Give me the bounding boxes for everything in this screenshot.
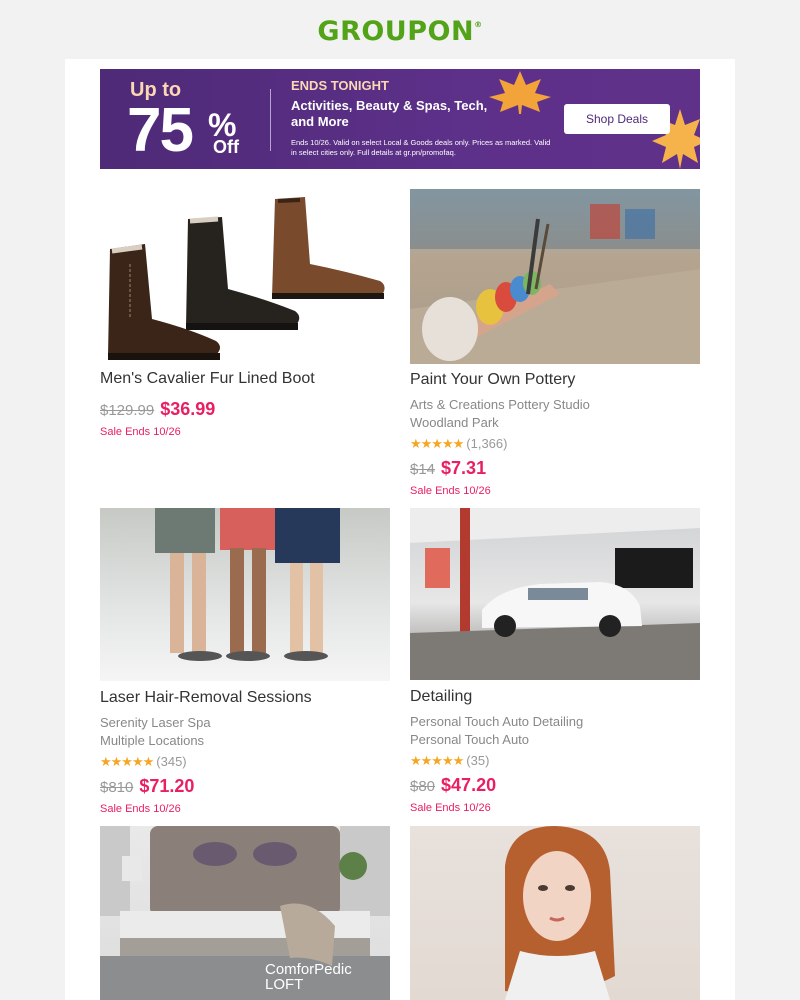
merchant-location: Personal Touch Auto <box>410 732 530 747</box>
laser-image <box>155 508 340 661</box>
banner-fine-print: Ends 10/26. Valid on select Local & Good… <box>291 138 551 157</box>
sale-ends: Sale Ends 10/26 <box>100 803 181 815</box>
sale-ends: Sale Ends 10/26 <box>100 426 181 438</box>
original-price: $14 <box>410 461 436 478</box>
star-rating: ★★★★★ (35) <box>410 753 489 769</box>
deal-card-detailing[interactable]: Detailing Personal Touch Auto Detailing … <box>410 508 700 818</box>
deal-price: $14 $7.31 <box>410 458 486 479</box>
sale-ends: Sale Ends 10/26 <box>410 485 491 497</box>
review-count: (35) <box>466 753 490 768</box>
original-price: $129.99 <box>100 402 155 419</box>
banner-percent: 75 <box>127 96 194 165</box>
banner-categories: Activities, Beauty & Spas, Tech, and Mor… <box>291 98 488 129</box>
deal-card-laser[interactable]: Laser Hair-Removal Sessions Serenity Las… <box>100 508 390 818</box>
logo-text: GROUPON <box>317 16 475 47</box>
review-count: (1,366) <box>466 436 508 451</box>
deal-title[interactable]: Laser Hair-Removal Sessions <box>100 689 312 707</box>
banner-ends-tonight: ENDS TONIGHT <box>291 78 389 93</box>
deal-card-mattress[interactable]: ComforPedic LOFT <box>100 826 390 1000</box>
deal-image[interactable] <box>410 826 700 1000</box>
detailing-image <box>410 508 700 680</box>
boot-back <box>272 197 385 299</box>
stars-icon: ★★★★★ <box>100 754 154 769</box>
banner-off: Off <box>213 137 239 157</box>
logo-registered-mark: ® <box>474 20 483 29</box>
deal-card-beauty[interactable] <box>410 826 700 1000</box>
star-rating: ★★★★★ (1,366) <box>410 436 507 452</box>
deal-card-boots[interactable]: Men's Cavalier Fur Lined Boot $129.99 $36… <box>100 189 390 449</box>
deal-image[interactable] <box>100 508 390 681</box>
merchant-name: Personal Touch Auto Detailing <box>410 714 584 729</box>
merchant-location: Multiple Locations <box>100 733 205 748</box>
deal-card-pottery[interactable]: Paint Your Own Pottery Arts & Creations … <box>410 189 700 499</box>
merchant-name: Arts & Creations Pottery Studio <box>410 397 590 412</box>
promo-banner[interactable]: Up to 75 % Off ENDS TONIGHT Activities, … <box>100 69 700 169</box>
email-body: Up to 75 % Off ENDS TONIGHT Activities, … <box>65 59 735 1000</box>
boots-image <box>108 197 385 360</box>
deal-price: $80 $47.20 <box>410 775 496 796</box>
brand-logo: ComforPedic LOFT <box>265 961 352 993</box>
stars-icon: ★★★★★ <box>410 753 464 768</box>
deal-title[interactable]: Paint Your Own Pottery <box>410 371 575 389</box>
deal-title[interactable]: Detailing <box>410 688 472 706</box>
header: GROUPON® <box>0 0 800 60</box>
deal-image[interactable] <box>410 189 700 364</box>
pottery-image <box>410 189 700 364</box>
star-rating: ★★★★★ (345) <box>100 754 187 770</box>
deal-title[interactable]: Men's Cavalier Fur Lined Boot <box>100 370 315 388</box>
sale-price: $7.31 <box>441 458 487 478</box>
groupon-logo[interactable]: GROUPON® <box>0 16 800 47</box>
merchant-location: Woodland Park <box>410 415 499 430</box>
maple-leaf-icon <box>489 71 551 114</box>
sale-price: $36.99 <box>160 399 216 419</box>
deal-price: $129.99 $36.99 <box>100 399 215 420</box>
deal-image[interactable]: ComforPedic LOFT <box>100 826 390 1000</box>
original-price: $80 <box>410 778 436 795</box>
sale-price: $71.20 <box>139 776 195 796</box>
deal-image[interactable] <box>410 508 700 680</box>
banner-divider <box>270 89 271 151</box>
deal-image[interactable] <box>100 189 390 364</box>
sale-price: $47.20 <box>441 775 497 795</box>
deal-price: $810 $71.20 <box>100 776 194 797</box>
original-price: $810 <box>100 779 134 796</box>
sale-ends: Sale Ends 10/26 <box>410 802 491 814</box>
review-count: (345) <box>156 754 187 769</box>
stars-icon: ★★★★★ <box>410 436 464 451</box>
beauty-image <box>505 826 615 1000</box>
shop-deals-button[interactable]: Shop Deals <box>564 104 670 134</box>
merchant-name: Serenity Laser Spa <box>100 715 211 730</box>
